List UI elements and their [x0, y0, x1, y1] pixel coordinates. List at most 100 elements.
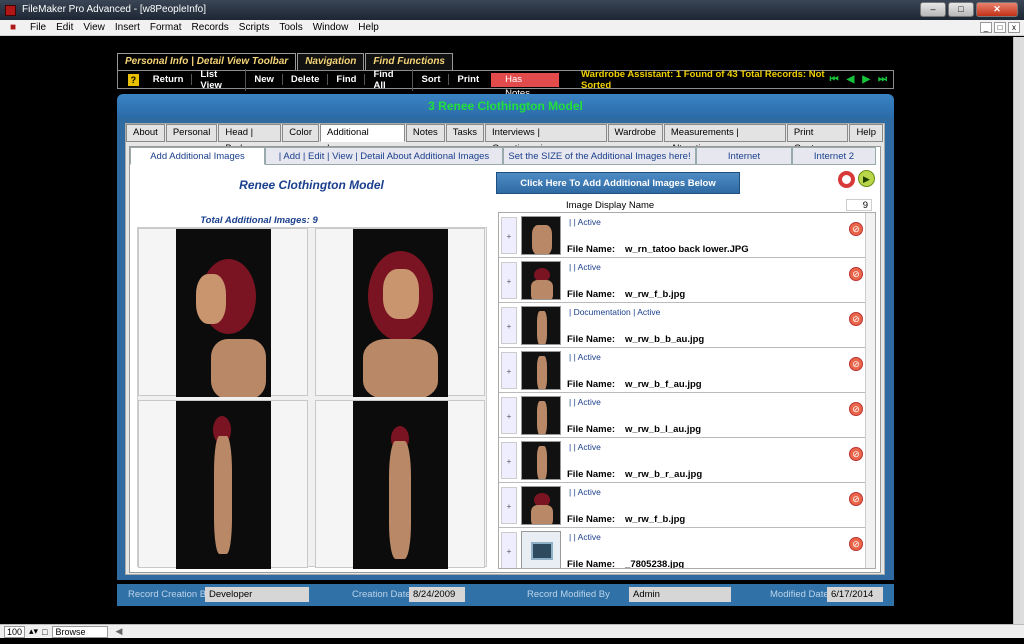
find-all-button[interactable]: Find All [365, 68, 414, 91]
maximize-button[interactable]: □ [948, 2, 974, 17]
image-thumbnail[interactable] [521, 351, 561, 390]
menu-records[interactable]: Records [187, 22, 234, 33]
tab-additional-images[interactable]: Additional Images [319, 124, 405, 154]
delete-button[interactable]: Delete [283, 74, 329, 85]
row-select-button[interactable]: + [501, 532, 517, 568]
zoom-level[interactable]: 100 [4, 625, 26, 638]
delete-image-icon[interactable]: ⊘ [849, 402, 863, 416]
list-view-button[interactable]: List View [192, 68, 247, 91]
tab-wardrobe[interactable]: Wardrobe [607, 124, 663, 142]
menu-tools[interactable]: Tools [274, 22, 307, 33]
menu-scripts[interactable]: Scripts [234, 22, 275, 33]
zoom-controls-icon[interactable]: ▴▾ [29, 626, 38, 637]
delete-image-icon[interactable]: ⊘ [849, 537, 863, 551]
delete-image-icon[interactable]: ⊘ [849, 267, 863, 281]
tab-print-center[interactable]: Print Center [786, 124, 849, 154]
mode-selector[interactable]: Browse [51, 625, 108, 638]
row-select-button[interactable]: + [501, 487, 517, 524]
row-select-button[interactable]: + [501, 442, 517, 479]
scroll-left-icon[interactable]: ◀ [116, 626, 123, 637]
close-button[interactable]: ✕ [976, 2, 1018, 17]
delete-image-icon[interactable]: ⊘ [849, 357, 863, 371]
image-thumbnail[interactable] [521, 396, 561, 435]
last-record-icon[interactable]: ⏭ [878, 74, 887, 85]
row-select-button[interactable]: + [501, 217, 517, 254]
add-additional-images-button[interactable]: Click Here To Add Additional Images Belo… [496, 172, 740, 194]
file-name: File Name: w_rw_f_b.jpg [567, 289, 685, 300]
menu-file[interactable]: File [25, 22, 51, 33]
subtab-set-size[interactable]: Set the SIZE of the Additional Images he… [503, 147, 696, 165]
image-thumbnail[interactable] [521, 531, 561, 568]
subtab-add-images[interactable]: Add Additional Images [130, 147, 265, 165]
tab-help[interactable]: Help [849, 124, 883, 142]
menu-window[interactable]: Window [308, 22, 354, 33]
play-icon[interactable]: ▶ [858, 170, 875, 187]
row-select-button[interactable]: + [501, 352, 517, 389]
tab-navigation[interactable]: Navigation [297, 53, 365, 70]
delete-image-icon[interactable]: ⊘ [849, 447, 863, 461]
image-thumbnail[interactable] [521, 306, 561, 345]
doc-restore-button[interactable]: □ [994, 22, 1006, 33]
tab-interviews[interactable]: Interviews | Questionnaires [485, 124, 607, 154]
gallery-image-3[interactable] [138, 400, 308, 569]
subtab-internet[interactable]: Internet [696, 147, 792, 165]
tab-measurements[interactable]: Measurements | Alterations [663, 124, 786, 154]
tab-tasks[interactable]: Tasks [445, 124, 485, 142]
tab-personal[interactable]: Personal [165, 124, 218, 142]
window-title: FileMaker Pro Advanced - [w8PeopleInfo] [22, 4, 206, 15]
delete-image-icon[interactable]: ⊘ [849, 492, 863, 506]
row-select-button[interactable]: + [501, 262, 517, 299]
row-select-button[interactable]: + [501, 307, 517, 344]
gallery-image-2[interactable] [315, 228, 485, 397]
tab-notes[interactable]: Notes [405, 124, 445, 142]
has-notes-button[interactable]: Has Notes [491, 72, 560, 99]
image-thumbnail[interactable] [521, 486, 561, 525]
doc-minimize-button[interactable]: _ [980, 22, 992, 33]
list-item: + | | Active File Name: w_rn_tatoo back l… [499, 213, 867, 258]
menu-help[interactable]: Help [353, 22, 384, 33]
previous-record-icon[interactable]: ◀ [847, 74, 855, 85]
sort-button[interactable]: Sort [413, 74, 450, 85]
help-icon[interactable]: ? [128, 73, 139, 86]
main-tab-row: About Personal Head | Body Color Additio… [126, 124, 884, 154]
menu-view[interactable]: View [78, 22, 110, 33]
menu-format[interactable]: Format [145, 22, 187, 33]
image-thumbnail[interactable] [521, 261, 561, 300]
gallery-image-1[interactable] [138, 228, 308, 397]
find-button[interactable]: Find [328, 74, 366, 85]
new-button[interactable]: New [246, 74, 283, 85]
detail-view-toolbar: ? Return List View New Delete Find Find … [117, 68, 894, 99]
delete-image-icon[interactable]: ⊘ [849, 312, 863, 326]
toggle-status-area-icon[interactable]: □ [42, 627, 47, 637]
row-select-button[interactable]: + [501, 397, 517, 434]
first-record-icon[interactable]: ⏮ [830, 74, 839, 85]
image-thumbnail[interactable] [521, 216, 561, 255]
gallery-image-4[interactable] [315, 400, 485, 569]
image-list-scrollbar[interactable] [865, 213, 875, 568]
tab-color[interactable]: Color [282, 124, 319, 142]
creation-by-label: Record Creation By [128, 589, 211, 600]
creation-by-field: Developer [205, 587, 309, 602]
next-record-icon[interactable]: ▶ [862, 74, 870, 85]
tab-personal-info-toolbar[interactable]: Personal Info | Detail View Toolbar [117, 53, 297, 70]
file-name-label: File Name: [567, 289, 616, 300]
menu-bar: ■ File Edit View Insert Format Records S… [0, 20, 1024, 36]
tab-find-functions[interactable]: Find Functions [365, 53, 453, 70]
window-vertical-scrollbar[interactable] [1013, 37, 1024, 624]
lifesaver-help-icon[interactable] [838, 171, 855, 188]
menu-edit[interactable]: Edit [51, 22, 78, 33]
doc-close-button[interactable]: x [1008, 22, 1020, 33]
delete-image-icon[interactable]: ⊘ [849, 222, 863, 236]
tab-head-body[interactable]: Head | Body [218, 124, 282, 154]
filemaker-app-icon [5, 5, 16, 16]
subtab-detail-images[interactable]: | Add | Edit | View | Detail About Addit… [265, 147, 503, 165]
subtab-internet-2[interactable]: Internet 2 [792, 147, 876, 165]
minimize-button[interactable]: – [920, 2, 946, 17]
tab-about[interactable]: About [126, 124, 165, 142]
image-thumbnail[interactable] [521, 441, 561, 480]
return-button[interactable]: Return [145, 74, 193, 85]
image-list: + | | Active File Name: w_rn_tatoo back l… [498, 212, 876, 569]
print-button[interactable]: Print [449, 74, 487, 85]
menu-insert[interactable]: Insert [110, 22, 145, 33]
image-status: | | Active [569, 487, 601, 497]
